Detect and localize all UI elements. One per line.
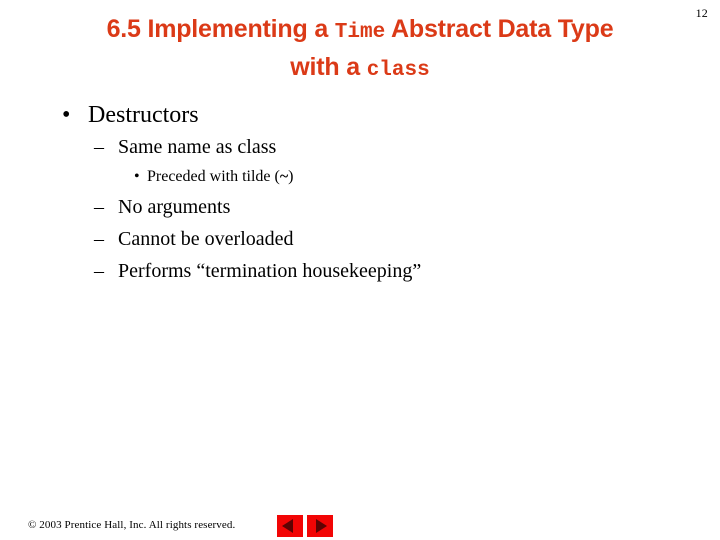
copyright-notice: © 2003 Prentice Hall, Inc. All rights re… [28, 519, 236, 531]
outline-item-preceded-with-tilde: • Preceded with tilde (~) [0, 163, 720, 191]
outline-item-label: Performs “termination housekeeping” [118, 260, 422, 282]
title-text-part-1: 6.5 Implementing a [106, 15, 335, 43]
tilde-glyph: ~ [279, 168, 289, 185]
outline-item-same-name-as-class: – Same name as class [0, 131, 720, 163]
outline-item-label: Destructors [88, 102, 199, 128]
triangle-left-icon [282, 519, 293, 533]
slide-canvas: 12 6.5 Implementing a Time Abstract Data… [0, 0, 720, 540]
title-text-part-3: with a [290, 53, 367, 81]
page-number: 12 [695, 6, 708, 20]
title-code-time: Time [334, 21, 386, 44]
outline-item-label-after: ) [288, 168, 294, 185]
title-line-1: 6.5 Implementing a Time Abstract Data Ty… [45, 12, 675, 50]
bullet-icon: • [134, 168, 140, 185]
title-code-class: class [366, 59, 430, 82]
previous-slide-button[interactable] [277, 515, 303, 537]
dash-icon: – [94, 260, 104, 282]
triangle-right-icon [316, 519, 327, 533]
outline-item-label-before: Preceded with tilde ( [147, 168, 280, 185]
next-slide-button[interactable] [307, 515, 333, 537]
dash-icon: – [94, 196, 104, 218]
title-text-part-2: Abstract Data Type [385, 15, 614, 43]
outline-item-cannot-be-overloaded: – Cannot be overloaded [0, 223, 720, 255]
slide-body-outline: • Destructors – Same name as class • Pre… [0, 100, 720, 287]
title-line-2: with a class [45, 50, 675, 88]
dash-icon: – [94, 228, 104, 250]
outline-item-destructors: • Destructors [0, 100, 720, 131]
outline-item-label: No arguments [118, 196, 231, 218]
outline-item-label: Cannot be overloaded [118, 228, 294, 250]
dash-icon: – [94, 136, 104, 158]
slide-title: 6.5 Implementing a Time Abstract Data Ty… [45, 12, 675, 88]
bullet-icon: • [62, 102, 71, 128]
outline-item-no-arguments: – No arguments [0, 191, 720, 223]
outline-item-termination-housekeeping: – Performs “termination housekeeping” [0, 255, 720, 287]
outline-item-label: Same name as class [118, 136, 277, 158]
slide-navigation [277, 515, 333, 537]
